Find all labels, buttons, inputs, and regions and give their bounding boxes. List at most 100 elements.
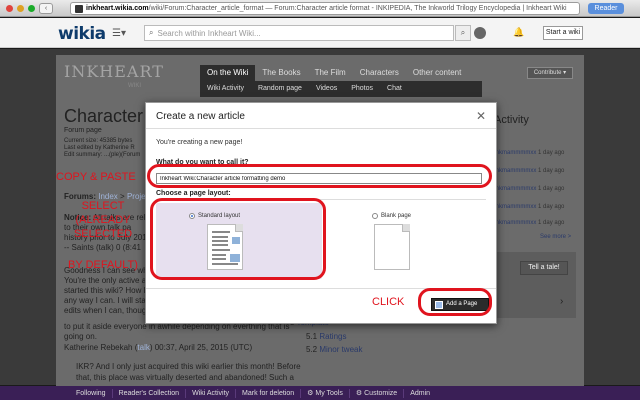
body-line: edits when I can, though it bbox=[64, 306, 157, 315]
rail-time: 1 day ago bbox=[538, 150, 565, 156]
activity-rail bbox=[484, 106, 576, 249]
click-annotation: CLICK bbox=[372, 296, 405, 308]
rail-time: 1 day ago bbox=[538, 168, 565, 174]
page-title: Forum:Character article format - INKIPED… bbox=[274, 5, 521, 12]
customize-label: Customize bbox=[364, 389, 398, 397]
signature-name[interactable]: Katherine Rebekah bbox=[64, 343, 133, 352]
standard-layout-highlight bbox=[150, 198, 326, 280]
subtab-random-page[interactable]: Random page bbox=[251, 81, 309, 97]
page-title-sep: — bbox=[263, 5, 275, 12]
toc-label: Minor tweak bbox=[319, 345, 363, 354]
rail-user[interactable]: Inkmammmmxx bbox=[494, 150, 536, 156]
tab-on-the-wiki[interactable]: On the Wiki bbox=[200, 65, 256, 81]
see-more-link[interactable]: See more > bbox=[540, 234, 571, 240]
rail-activity-item[interactable]: Inkmammmmxx 1 day ago bbox=[494, 220, 564, 226]
site-name: Inkheart Wiki bbox=[526, 5, 567, 12]
toolbar-mark-for-deletion[interactable]: Mark for deletion bbox=[236, 388, 302, 398]
rail-activity-item[interactable]: Inkmammmmxx 1 day ago bbox=[494, 168, 564, 174]
toolbar-customize[interactable]: ⚙ Customize bbox=[350, 388, 405, 398]
blank-page-icon[interactable] bbox=[374, 224, 410, 270]
rail-user[interactable]: Inkmammmmxx bbox=[494, 220, 536, 226]
toolbar-my-tools[interactable]: ⚙ My Tools bbox=[301, 388, 350, 398]
tab-the-books[interactable]: The Books bbox=[255, 65, 307, 81]
bottom-toolbar: Following Reader's Collection Wiki Activ… bbox=[0, 386, 640, 400]
start-a-wiki-button[interactable]: Start a wiki bbox=[543, 26, 583, 40]
notice-text-3: -- Saints (talk) 0 (8:41 bbox=[64, 243, 141, 252]
tab-characters[interactable]: Characters bbox=[353, 65, 406, 81]
rail-activity-item[interactable]: Inkmammmmxx 1 day ago bbox=[494, 186, 564, 192]
add-page-highlight bbox=[418, 288, 492, 316]
select-annotation-1: SELECT bbox=[81, 200, 125, 212]
back-button[interactable]: ‹ bbox=[39, 2, 53, 14]
toc-num: 5.2 bbox=[306, 345, 318, 354]
toc-item[interactable]: 5.1 Ratings bbox=[306, 332, 346, 341]
toolbar-wiki-activity[interactable]: Wiki Activity bbox=[186, 388, 237, 398]
tab-other-content[interactable]: Other content bbox=[406, 65, 468, 81]
hamburger-menu-icon[interactable]: ☰▾ bbox=[112, 28, 126, 39]
chevron-right-icon[interactable]: › bbox=[560, 296, 563, 307]
zoom-window-button[interactable] bbox=[28, 4, 35, 12]
rail-title: Activity bbox=[494, 114, 529, 126]
search-input[interactable]: ⌕ Search within Inkheart Wiki... bbox=[144, 25, 454, 41]
reply-line: that, this place was virtually deserted … bbox=[76, 373, 294, 382]
rail-user[interactable]: Inkmammmmxx bbox=[494, 168, 536, 174]
signature-talk-link[interactable]: talk bbox=[137, 343, 149, 352]
wikia-global-nav: wikia ☰▾ ⌕ Search within Inkheart Wiki..… bbox=[0, 18, 640, 48]
select-annotation-2: (ALREADY bbox=[75, 214, 131, 226]
reply-line: IKR? And I only just acquired this wiki … bbox=[76, 362, 301, 371]
close-icon[interactable]: ✕ bbox=[476, 109, 486, 123]
url-host: inkheart.wikia.com bbox=[86, 5, 149, 12]
rail-user[interactable]: Inkmammmmxx bbox=[494, 204, 536, 210]
toc-item[interactable]: 5.2 Minor tweak bbox=[306, 345, 362, 354]
subtab-photos[interactable]: Photos bbox=[344, 81, 380, 97]
subtab-videos[interactable]: Videos bbox=[309, 81, 344, 97]
search-icon: ⌕ bbox=[149, 28, 154, 37]
close-window-button[interactable] bbox=[6, 4, 13, 12]
toolbar-admin[interactable]: Admin bbox=[404, 389, 436, 398]
rail-user[interactable]: Inkmammmmxx bbox=[494, 186, 536, 192]
search-placeholder: Search within Inkheart Wiki... bbox=[157, 28, 261, 38]
rail-time: 1 day ago bbox=[538, 204, 565, 210]
reader-button[interactable]: Reader bbox=[588, 3, 624, 14]
body-line: any way I can. I will start n bbox=[64, 296, 158, 305]
toolbar-readers-collection[interactable]: Reader's Collection bbox=[113, 388, 187, 398]
page-fold bbox=[402, 224, 410, 232]
rail-activity-item[interactable]: Inkmammmmxx 1 day ago bbox=[494, 204, 564, 210]
subtab-wiki-activity[interactable]: Wiki Activity bbox=[200, 81, 251, 97]
toc-label: Ratings bbox=[319, 332, 347, 341]
url-path: /wiki/Forum:Character_article_format bbox=[148, 5, 264, 12]
subtab-chat[interactable]: Chat bbox=[380, 81, 409, 97]
contribute-button[interactable]: Contribute ▾ bbox=[527, 67, 573, 79]
toolbar-following[interactable]: Following bbox=[70, 388, 113, 398]
meta-last-edited: Last edited by Katherine R bbox=[64, 145, 135, 151]
wiki-subnav: Wiki Activity Random page Videos Photos … bbox=[200, 81, 482, 97]
blank-page-radio[interactable] bbox=[372, 213, 378, 219]
my-tools-label: My Tools bbox=[315, 389, 343, 397]
wikia-logo[interactable]: wikia bbox=[58, 24, 106, 44]
wiki-wordmark[interactable]: INKHEART bbox=[64, 62, 164, 81]
notifications-bell-icon[interactable]: 🔔 bbox=[513, 27, 524, 38]
tab-the-film[interactable]: The Film bbox=[308, 65, 353, 81]
tell-a-tale-button[interactable]: Tell a tale! bbox=[520, 261, 568, 275]
layout-label: Choose a page layout: bbox=[156, 190, 231, 197]
body-line: started this wiki? How lo bbox=[64, 286, 150, 295]
address-bar[interactable]: inkheart.wikia.com /wiki/Forum:Character… bbox=[70, 2, 580, 15]
rail-activity-item[interactable]: Inkmammmmxx 1 day ago bbox=[494, 150, 564, 156]
blank-page-label: Blank page bbox=[381, 213, 412, 219]
wiki-nav-tabs: On the Wiki The Books The Film Character… bbox=[200, 65, 468, 81]
title-input-highlight bbox=[147, 164, 492, 188]
user-avatar[interactable] bbox=[474, 27, 486, 39]
search-submit-icon[interactable]: ⌕ bbox=[455, 25, 471, 41]
favicon-icon bbox=[75, 4, 83, 13]
copy-paste-annotation: COPY & PASTE bbox=[56, 171, 136, 183]
body-line: going on. bbox=[64, 332, 97, 341]
window-controls bbox=[6, 4, 35, 12]
rail-time: 1 day ago bbox=[538, 220, 565, 226]
minimize-window-button[interactable] bbox=[17, 4, 24, 12]
contribute-label: Contribute bbox=[533, 70, 562, 76]
rail-time: 1 day ago bbox=[538, 186, 565, 192]
signature-time: 00:37, April 25, 2015 (UTC) bbox=[154, 343, 253, 352]
select-annotation-4: BY DEFAULT) bbox=[68, 259, 138, 271]
toc-num: 5.1 bbox=[306, 332, 318, 341]
signature: Katherine Rebekah (talk) 00:37, April 25… bbox=[64, 343, 253, 352]
